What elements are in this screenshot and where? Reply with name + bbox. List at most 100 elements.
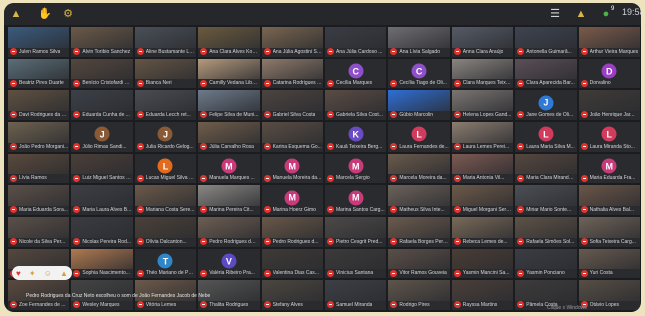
participant-tile[interactable]: Julen Ramos Silva — [8, 27, 70, 57]
participant-tile[interactable]: M Maria Eduarda Fra... — [578, 153, 640, 184]
participant-tile[interactable]: Rayssa Martins — [451, 280, 514, 310]
participant-tile[interactable]: Vitor Ramos Gouveia — [388, 248, 450, 279]
participant-tile[interactable]: Lívia Ramos — [8, 153, 70, 184]
participant-tile[interactable]: C Cecília Tiago de Oli... — [388, 58, 450, 89]
participant-tile[interactable]: Camilly Vedana Libe... — [198, 58, 260, 89]
laugh-icon[interactable]: ☺ — [44, 269, 52, 278]
participant-tile[interactable]: Rafaela Simões Sol... — [515, 216, 577, 247]
clock: 19:58 — [622, 7, 641, 17]
participant-tile[interactable]: Otávio Lopes — [578, 280, 640, 310]
participant-tile[interactable]: L Laura Fernandes de... — [388, 121, 450, 152]
participant-tile[interactable]: Gabriel Silva Costa — [261, 90, 323, 120]
participant-tile[interactable]: C Cecília Marques — [325, 58, 387, 89]
participant-tile[interactable]: J Júlio Rimas Sandi... — [71, 121, 133, 152]
participant-tile[interactable]: K Kauã Teixeira Berg... — [325, 121, 387, 152]
participant-tile[interactable]: V Valéria Ribeiro Pra... — [198, 248, 260, 279]
participant-tile[interactable]: Eduarda Lecch ret... — [134, 90, 197, 120]
participant-tile[interactable]: M Manuela Marques ... — [198, 153, 260, 184]
thumbs-up-icon[interactable]: ▲ — [10, 8, 22, 20]
participant-tile[interactable]: M Marcela Sergio — [325, 153, 387, 184]
participant-tile[interactable]: Yasmin Ponciano — [515, 248, 577, 279]
participant-tile[interactable]: Marcela Moreira da... — [388, 153, 450, 184]
participant-tile[interactable]: Yasmin Mancini Sa... — [451, 248, 514, 279]
participant-tile[interactable]: Antonella Guimarã... — [515, 27, 577, 57]
participant-tile[interactable]: D Dorvalino — [578, 58, 640, 89]
participant-tile[interactable]: Bianca Neri — [134, 58, 197, 89]
participant-tile[interactable]: Samuel Miranda — [325, 280, 387, 310]
participant-tile[interactable]: Benício Cristofardi E... — [71, 58, 133, 89]
participant-tile[interactable]: Clara Marques Teixei... — [451, 58, 514, 89]
participant-tile[interactable]: Anna Clara Araújo — [451, 27, 514, 57]
participant-tile[interactable]: Gúbio Marcolin — [388, 90, 450, 120]
participant-tile[interactable]: Ana Clara Alves Kocks — [198, 27, 260, 57]
participant-tile[interactable]: Karina Esquema Go... — [261, 121, 323, 152]
participant-tile[interactable]: Gabriela Silva Cost... — [325, 90, 387, 120]
participant-tile[interactable]: Marina Pereira Cit... — [198, 185, 260, 215]
participant-tile[interactable]: Catarina Rodrigues ... — [261, 58, 323, 89]
participant-tile[interactable]: João Pedro Morgani... — [8, 121, 70, 152]
hand-icon[interactable]: ✋ — [38, 8, 52, 20]
participant-tile[interactable]: Maria Eduarda Sora... — [8, 185, 70, 215]
participant-tile[interactable]: T Théo Mariano de Paula — [134, 248, 197, 279]
participant-tile[interactable]: M Manuela Moreira da... — [261, 153, 323, 184]
participant-tile[interactable]: Felipe Silva de Muni... — [198, 90, 260, 120]
clap-icon[interactable]: ✦ — [29, 269, 36, 278]
heart-icon[interactable]: ♥ — [16, 269, 21, 278]
settings-icon[interactable]: ⚙ — [62, 8, 74, 20]
participant-tile[interactable]: Pietro Cesgrit Pred... — [325, 216, 387, 247]
reaction-bar[interactable]: ♥ ✦ ☺ ▲ — [12, 266, 72, 280]
participant-tile[interactable]: J Julia Ricardo Gelog... — [134, 121, 197, 152]
participant-tile[interactable]: Stefany Alves — [261, 280, 323, 310]
participant-tile[interactable]: Nicole da Silva Per... — [8, 216, 70, 247]
participant-tile[interactable]: Pedro Rodrigues da ... — [198, 216, 260, 247]
participant-tile[interactable]: Clara Aparecida Bar... — [515, 58, 577, 89]
participant-tile[interactable]: Maria Laura Alves B... — [71, 185, 133, 215]
thumbs-up-icon[interactable]: ▲ — [575, 8, 587, 20]
mic-muted-icon — [453, 111, 461, 119]
participant-tile[interactable]: Júlia Carvalho Rosa — [198, 121, 260, 152]
participant-tile[interactable]: João Henrique Jar... — [578, 90, 640, 120]
participant-tile[interactable]: Mariana Costa Sere... — [134, 185, 197, 215]
participant-tile[interactable]: M Marina Santos Carg... — [325, 185, 387, 215]
participant-tile[interactable]: Rodrigo Pires — [388, 280, 450, 310]
participant-name-row: Helena Lopes Gand... — [453, 111, 512, 119]
participant-tile[interactable]: Davi Rodrigues da S... — [8, 90, 70, 120]
grid-view-icon[interactable]: ☰ — [549, 8, 561, 20]
participant-tile[interactable]: Ana Lívia Salgado — [388, 27, 450, 57]
participant-tile[interactable]: Nathalia Alves Bal... — [578, 185, 640, 215]
thumbs-up-icon[interactable]: ▲ — [60, 269, 68, 278]
participant-tile[interactable]: Valentina Dias Cas... — [261, 248, 323, 279]
participant-name: João Henrique Jar... — [589, 111, 635, 118]
mic-muted-icon — [263, 143, 271, 151]
participant-tile[interactable]: Olívia Dalcanton... — [134, 216, 197, 247]
participant-tile[interactable]: Aline Bustamante Lo... — [134, 27, 197, 57]
participant-tile[interactable]: Luiz Miguel Santos Q... — [71, 153, 133, 184]
participant-tile[interactable]: Eduarda Cunha de ... — [71, 90, 133, 120]
participant-tile[interactable]: Rebeca Lemes de... — [451, 216, 514, 247]
participant-tile[interactable]: Yuri Costa — [578, 248, 640, 279]
participant-tile[interactable]: Beatriz Pires Duarte — [8, 58, 70, 89]
participant-tile[interactable]: Matheus Silva Inte... — [388, 185, 450, 215]
participant-tile[interactable]: Alvin Toribio Sanchez — [71, 27, 133, 57]
participant-tile[interactable]: L Laura Miranda Sto... — [578, 121, 640, 152]
participant-tile[interactable]: Sophia Nascimento... — [71, 248, 133, 279]
participant-tile[interactable]: Vinicius Santana — [325, 248, 387, 279]
participant-tile[interactable]: M Marina Hoerz Gimo — [261, 185, 323, 215]
participant-tile[interactable]: L Laura Maria Silva M... — [515, 121, 577, 152]
participant-tile[interactable]: L Lucas Miguel Silva R... — [134, 153, 197, 184]
participant-tile[interactable]: Ana Júlia Agostini Sil... — [261, 27, 323, 57]
participant-tile[interactable]: Sofia Teixeira Carg... — [578, 216, 640, 247]
participant-tile[interactable]: Maria Clara Miranda... — [515, 153, 577, 184]
participant-tile[interactable]: Miriar Mario Sonte... — [515, 185, 577, 215]
avatar: K — [348, 126, 364, 142]
participant-tile[interactable]: Pedro Rodrigues d... — [261, 216, 323, 247]
participant-tile[interactable]: Ana Júlia Cardoso ... — [325, 27, 387, 57]
participant-tile[interactable]: J Jane Gomes de Oli... — [515, 90, 577, 120]
participant-tile[interactable]: Helena Lopes Gand... — [451, 90, 514, 120]
participant-tile[interactable]: Rafaela Borges Pere... — [388, 216, 450, 247]
participant-tile[interactable]: Laura Lemes Perei... — [451, 121, 514, 152]
participant-tile[interactable]: Nicolas Pereira Rod... — [71, 216, 133, 247]
participant-tile[interactable]: Maria Antonia Vil... — [451, 153, 514, 184]
participant-tile[interactable]: Arthur Vieira Marques — [578, 27, 640, 57]
participant-tile[interactable]: Miguel Morgani Sergi... — [451, 185, 514, 215]
